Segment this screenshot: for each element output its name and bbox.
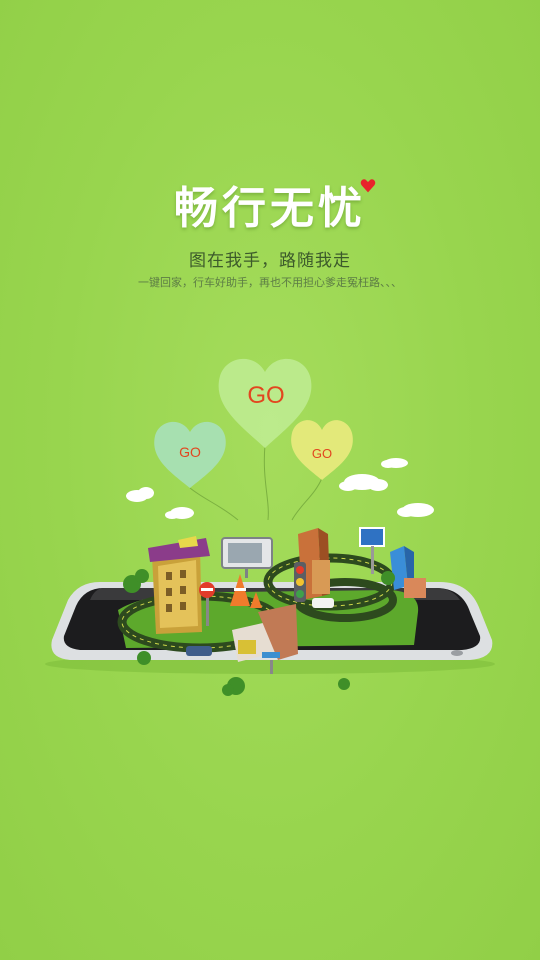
go-label-left: GO	[179, 444, 201, 460]
city-phone-illustration: GO GO GO	[0, 340, 540, 720]
heart-icon	[360, 179, 376, 193]
go-label-large: GO	[247, 382, 285, 409]
subtitle: 图在我手，路随我走	[189, 251, 351, 271]
go-label-right: GO	[311, 446, 333, 461]
splash-screen: 畅行无忧 图在我手，路随我走 一键回家，行车好助手，再也不用担心爹走冤枉路、、、	[0, 0, 540, 960]
tagline: 一键回家，行车好助手，再也不用担心爹走冤枉路、、、	[138, 276, 402, 289]
app-slogan-title: 畅行无忧	[174, 183, 366, 234]
